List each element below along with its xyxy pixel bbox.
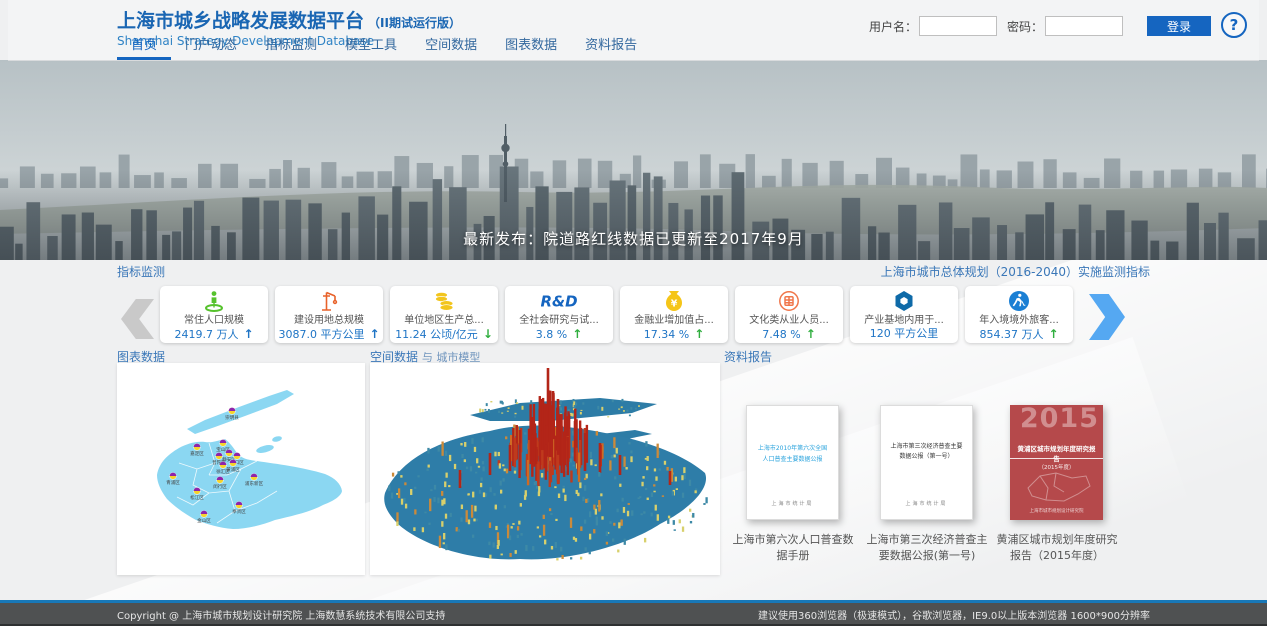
page-title-suffix: （II期试运行版） (368, 16, 461, 30)
report-caption[interactable]: 上海市第三次经济普查主要数据公报(第一号) (862, 532, 992, 564)
indicator-value: 11.24 公顷/亿元↓ (390, 327, 498, 342)
page-title: 上海市城乡战略发展数据平台 (117, 10, 364, 32)
svg-text:浦东新区: 浦东新区 (245, 480, 264, 487)
help-icon[interactable]: ? (1221, 12, 1247, 38)
report-cover-economic[interactable]: 上海市第三次经济普查主要数据公报（第一号） 上海市统计局 (880, 405, 973, 520)
indicator-label: 金融业增加值占... (620, 314, 728, 327)
svg-text:奉贤区: 奉贤区 (232, 508, 246, 515)
nav-item[interactable]: 首页 (117, 31, 171, 60)
moneybag-icon: ¥ (620, 289, 728, 314)
nav-item[interactable]: 图表数据 (491, 31, 571, 60)
indicator-label: 常住人口规模 (160, 314, 268, 327)
rd-icon: R&D (505, 289, 613, 314)
trend-up-icon: ↑ (369, 327, 379, 341)
indicator-label: 年入境境外旅客... (965, 314, 1073, 327)
indicator-value: 17.34 %↑ (620, 327, 728, 342)
indicators-title: 指标监测 (117, 263, 165, 280)
footer: Copyright @ 上海市城市规划设计研究院 上海数慧系统技术有限公司支持 … (0, 600, 1267, 626)
indicator-card[interactable]: 文化类从业人员...7.48 %↑ (735, 286, 843, 343)
indicator-value: 854.37 万人↑ (965, 327, 1073, 342)
indicator-cards: 常住人口规模2419.7 万人↑建设用地总规模3087.0 平方公里↑单位地区生… (160, 286, 1073, 343)
svg-text:R&D: R&D (541, 293, 577, 311)
indicator-value: 3087.0 平方公里↑ (275, 327, 383, 342)
report-cover-census[interactable]: 上海市2010年第六次全国人口普查主要数据公报 上海市统计局 (746, 405, 839, 520)
trend-up-icon: ↑ (806, 327, 816, 341)
svg-text:¥: ¥ (671, 299, 678, 310)
indicator-value: 7.48 %↑ (735, 327, 843, 342)
traveler-icon (965, 289, 1073, 314)
nav-item[interactable]: 门户动态 (171, 31, 251, 60)
reports-section-title: 资料报告 (724, 348, 772, 365)
carousel-prev-icon[interactable] (121, 299, 154, 339)
login-form: 用户名： 密码： 登录 (869, 16, 1211, 36)
report-cover-huangpu[interactable]: 2015 黄浦区城市规划年度研究报告 （2015年度） 上海市城市规划设计研究院 (1010, 405, 1103, 520)
reports-section: 上海市2010年第六次全国人口普查主要数据公报 上海市统计局 上海市第三次经济普… (724, 363, 1156, 593)
trend-up-icon: ↑ (243, 327, 253, 341)
footer-browser-notice: 建议使用360浏览器（极速模式），谷歌浏览器，IE9.0以上版本浏览器 1600… (758, 607, 1150, 622)
svg-text:青浦区: 青浦区 (166, 479, 180, 486)
nav-item[interactable]: 资料报告 (571, 31, 651, 60)
indicator-card[interactable]: 常住人口规模2419.7 万人↑ (160, 286, 268, 343)
masterplan-indicators-link[interactable]: 上海市城市总体规划（2016-2040）实施监测指标 (881, 263, 1150, 280)
trend-down-icon: ↓ (483, 327, 493, 341)
chongming-island[interactable] (187, 390, 294, 434)
coins-icon (390, 289, 498, 314)
indicator-card[interactable]: 产业基地内用于...120 平方公里 (850, 286, 958, 343)
svg-text:闵行区: 闵行区 (213, 483, 227, 490)
nav-item[interactable]: 指标监测 (251, 31, 331, 60)
indicator-card[interactable]: 单位地区生产总...11.24 公顷/亿元↓ (390, 286, 498, 343)
latest-announcement[interactable]: 最新发布：院道路红线数据已更新至2017年9月 (0, 228, 1267, 249)
page: 最新发布：院道路红线数据已更新至2017年9月 上海市城乡战略发展数据平台 （II… (0, 0, 1267, 626)
indicator-label: 全社会研究与试... (505, 314, 613, 327)
trend-up-icon: ↑ (694, 327, 704, 341)
spatial-3d-model-panel[interactable] (370, 363, 720, 575)
indicator-card[interactable]: 年入境境外旅客...854.37 万人↑ (965, 286, 1073, 343)
indicator-label: 产业基地内用于... (850, 314, 958, 327)
model-island-strip (470, 398, 657, 421)
login-button[interactable]: 登录 (1147, 16, 1211, 36)
svg-text:松江区: 松江区 (190, 494, 204, 501)
indicators-header: 指标监测 上海市城市总体规划（2016-2040）实施监测指标 (117, 263, 1150, 280)
report-caption[interactable]: 上海市第六次人口普查数据手册 (728, 532, 858, 564)
indicator-card[interactable]: ¥ 金融业增加值占...17.34 %↑ (620, 286, 728, 343)
hexagon-icon (850, 289, 958, 314)
password-label: 密码： (1007, 18, 1043, 35)
nav-item[interactable]: 模型工具 (331, 31, 411, 60)
header: 上海市城乡战略发展数据平台（II期试运行版） Shanghai Strategy… (8, 0, 1259, 61)
indicator-label: 文化类从业人员... (735, 314, 843, 327)
nav-item[interactable]: 空间数据 (411, 31, 491, 60)
carousel-next-icon[interactable] (1089, 294, 1125, 340)
indicator-value: 3.8 %↑ (505, 327, 613, 342)
spatial-section-subtitle: 与 城市模型 (422, 351, 481, 364)
svg-text:金山区: 金山区 (197, 517, 211, 524)
username-input[interactable] (919, 16, 997, 36)
indicator-value: 2419.7 万人↑ (160, 327, 268, 342)
person-icon (160, 289, 268, 314)
username-label: 用户名： (869, 18, 917, 35)
footer-copyright: Copyright @ 上海市城市规划设计研究院 上海数慧系统技术有限公司支持 (117, 607, 445, 622)
district-chart-map-panel[interactable]: 崇明县嘉定区宝山区普陀区静安区虹口区徐汇区黄浦区青浦区闵行区松江区浦东新区金山区… (117, 363, 365, 575)
crane-icon (275, 289, 383, 314)
culture-icon (735, 289, 843, 314)
spatial-section-title: 空间数据 与 城市模型 (370, 348, 480, 365)
svg-text:黄浦区: 黄浦区 (226, 466, 240, 473)
indicator-card[interactable]: 建设用地总规模3087.0 平方公里↑ (275, 286, 383, 343)
indicator-label: 建设用地总规模 (275, 314, 383, 327)
svg-text:崇明县: 崇明县 (225, 415, 239, 421)
indicator-label: 单位地区生产总... (390, 314, 498, 327)
charts-section-title: 图表数据 (117, 348, 165, 365)
indicator-value: 120 平方公里 (850, 327, 958, 341)
indicator-card[interactable]: R&D 全社会研究与试...3.8 %↑ (505, 286, 613, 343)
report-caption[interactable]: 黄浦区城市规划年度研究报告（2015年度） (992, 532, 1122, 564)
main-nav: 首页门户动态指标监测模型工具空间数据图表数据资料报告 (117, 31, 651, 60)
trend-up-icon: ↑ (572, 327, 582, 341)
password-input[interactable] (1045, 16, 1123, 36)
trend-up-icon: ↑ (1048, 327, 1058, 341)
svg-text:嘉定区: 嘉定区 (190, 450, 204, 457)
